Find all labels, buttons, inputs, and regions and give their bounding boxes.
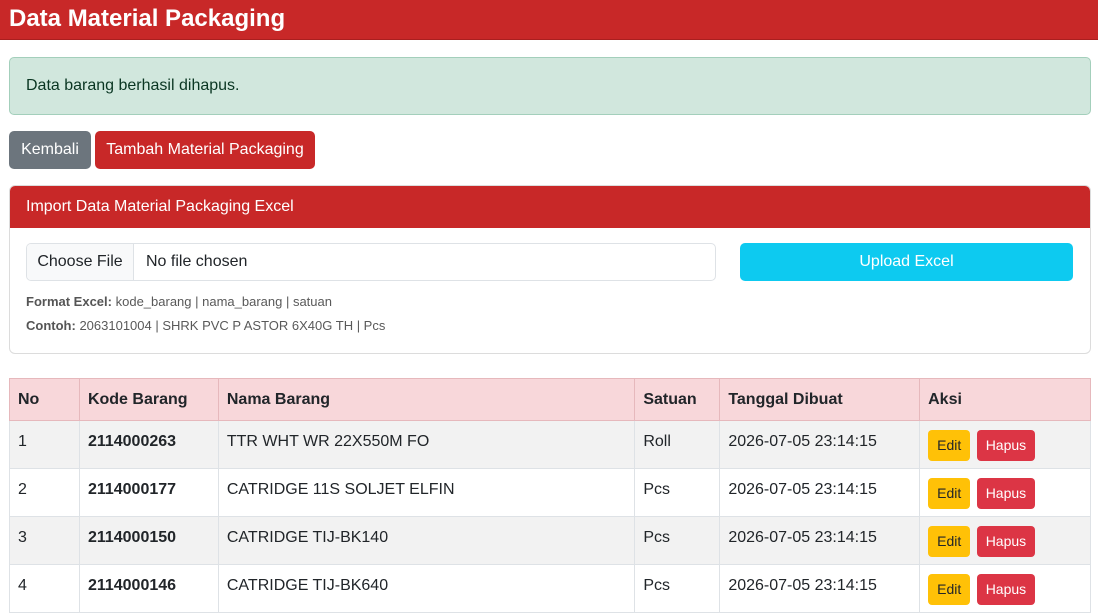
table-row: 4 2114000146 CATRIDGE TIJ-BK640 Pcs 2026… <box>9 564 1091 613</box>
edit-button[interactable]: Edit <box>928 430 971 461</box>
cell-tanggal: 2026-07-05 23:14:15 <box>719 516 921 565</box>
import-card-header: Import Data Material Packaging Excel <box>10 186 1090 228</box>
column-header-nama: Nama Barang <box>217 378 636 421</box>
cell-no: 2 <box>9 468 80 517</box>
column-header-no: No <box>9 378 80 421</box>
page-header: Data Material Packaging <box>0 0 1098 40</box>
cell-aksi: Edit Hapus <box>919 420 1091 469</box>
material-table: No Kode Barang Nama Barang Satuan Tangga… <box>9 378 1091 613</box>
format-label: Format Excel: <box>26 294 112 309</box>
cell-nama: CATRIDGE 11S SOLJET ELFIN <box>217 468 636 517</box>
page-title: Data Material Packaging <box>9 5 286 32</box>
success-alert: Data barang berhasil dihapus. <box>9 57 1091 115</box>
cell-satuan: Pcs <box>634 564 721 613</box>
add-material-button[interactable]: Tambah Material Packaging <box>95 131 315 169</box>
cell-tanggal: 2026-07-05 23:14:15 <box>719 420 921 469</box>
cell-aksi: Edit Hapus <box>919 468 1091 517</box>
file-input[interactable]: Choose File No file chosen <box>26 243 716 281</box>
edit-button[interactable]: Edit <box>928 574 971 605</box>
import-card: Import Data Material Packaging Excel Cho… <box>9 185 1091 354</box>
back-button[interactable]: Kembali <box>9 131 91 169</box>
file-name-text: No file chosen <box>146 253 248 270</box>
delete-button[interactable]: Hapus <box>976 430 1036 461</box>
example-label: Contoh: <box>26 318 76 333</box>
cell-satuan: Roll <box>634 420 721 469</box>
cell-nama: TTR WHT WR 22X550M FO <box>217 420 636 469</box>
edit-button[interactable]: Edit <box>928 526 971 557</box>
cell-aksi: Edit Hapus <box>919 516 1091 565</box>
cell-no: 4 <box>9 564 80 613</box>
cell-tanggal: 2026-07-05 23:14:15 <box>719 564 921 613</box>
cell-no: 3 <box>9 516 80 565</box>
cell-aksi: Edit Hapus <box>919 564 1091 613</box>
example-value: 2063101004 | SHRK PVC P ASTOR 6X40G TH |… <box>79 318 386 333</box>
edit-button[interactable]: Edit <box>928 478 971 509</box>
table-row: 2 2114000177 CATRIDGE 11S SOLJET ELFIN P… <box>9 468 1091 517</box>
delete-button[interactable]: Hapus <box>976 526 1036 557</box>
cell-kode: 2114000177 <box>78 468 219 517</box>
format-value: kode_barang | nama_barang | satuan <box>115 294 332 309</box>
delete-button[interactable]: Hapus <box>976 574 1036 605</box>
table-row: 3 2114000150 CATRIDGE TIJ-BK140 Pcs 2026… <box>9 516 1091 565</box>
table-row: 1 2114000263 TTR WHT WR 22X550M FO Roll … <box>9 420 1091 469</box>
column-header-kode: Kode Barang <box>78 378 219 421</box>
table-header-row: No Kode Barang Nama Barang Satuan Tangga… <box>9 378 1091 421</box>
cell-nama: CATRIDGE TIJ-BK640 <box>217 564 636 613</box>
cell-satuan: Pcs <box>634 516 721 565</box>
format-hint: Format Excel: kode_barang | nama_barang … <box>26 294 332 309</box>
alert-message: Data barang berhasil dihapus. <box>26 77 240 94</box>
cell-tanggal: 2026-07-05 23:14:15 <box>719 468 921 517</box>
example-hint: Contoh: 2063101004 | SHRK PVC P ASTOR 6X… <box>26 318 385 333</box>
upload-excel-button[interactable]: Upload Excel <box>740 243 1073 281</box>
cell-no: 1 <box>9 420 80 469</box>
cell-kode: 2114000146 <box>78 564 219 613</box>
cell-satuan: Pcs <box>634 468 721 517</box>
cell-kode: 2114000150 <box>78 516 219 565</box>
cell-kode: 2114000263 <box>78 420 219 469</box>
cell-nama: CATRIDGE TIJ-BK140 <box>217 516 636 565</box>
column-header-aksi: Aksi <box>919 378 1091 421</box>
delete-button[interactable]: Hapus <box>976 478 1036 509</box>
column-header-satuan: Satuan <box>634 378 721 421</box>
choose-file-button[interactable]: Choose File <box>27 244 134 280</box>
column-header-tanggal: Tanggal Dibuat <box>719 378 921 421</box>
